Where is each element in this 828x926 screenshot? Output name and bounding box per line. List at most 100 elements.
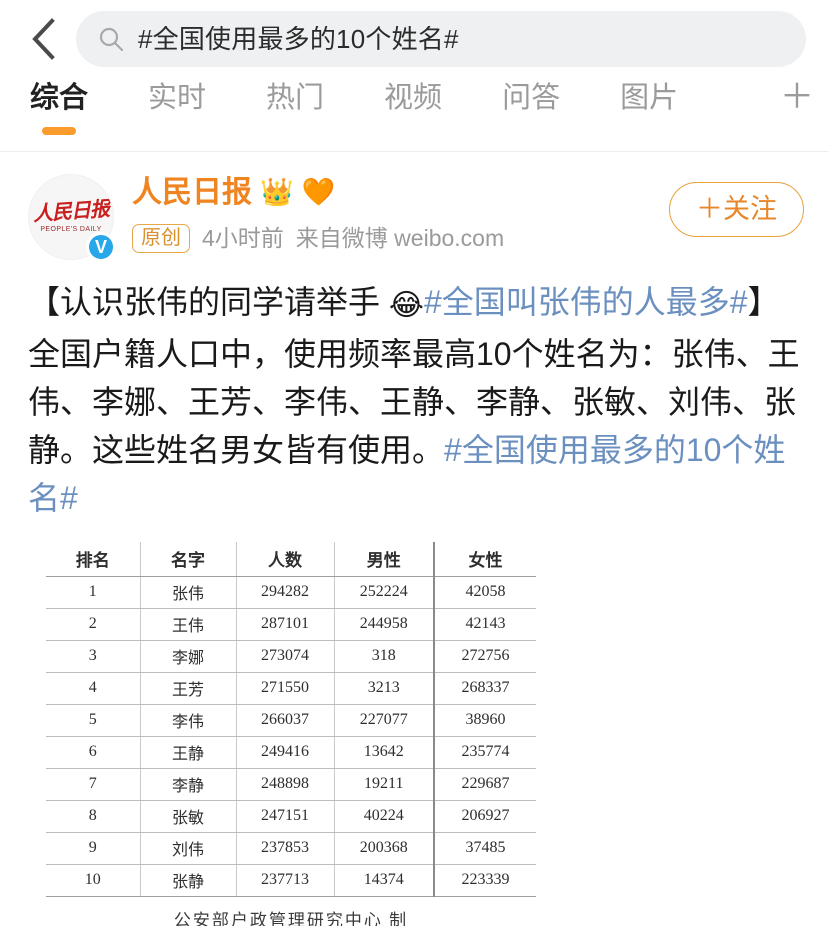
crown-icon: 👑 [260,177,294,207]
cell-count: 266037 [236,704,335,737]
avatar-logo-cn: 人民日报 [32,197,110,226]
col-header-count: 人数 [236,542,335,577]
avatar[interactable]: 人民日报 PEOPLE'S DAILY V [28,174,116,262]
joy-emoji-icon: 😂 [388,289,424,322]
avatar-logo-en: PEOPLE'S DAILY [40,225,102,233]
cell-count: 247151 [236,800,335,833]
cell-name: 李娜 [140,640,237,673]
cell-name: 王伟 [140,608,237,641]
cell-count: 294282 [236,576,335,609]
weibo-search-screen: #全国使用最多的10个姓名# 综合 实时 热门 视频 问答 图片 ＋ 人民日报 … [0,0,828,926]
cell-male: 318 [334,640,435,673]
cell-count: 287101 [236,608,335,641]
post-source[interactable]: 来自微博 weibo.com [296,227,504,250]
post-card: 人民日报 PEOPLE'S DAILY V 人民日报 👑 🧡 原创 4小时前 来… [0,152,828,926]
names-ranking-table: 排名 名字 人数 男性 女性 1 张伟 294282 252224 42058 [46,542,536,897]
cell-count: 249416 [236,736,335,769]
cell-female: 37485 [433,832,536,865]
table-row: 3 李娜 273074 318 272756 [46,640,536,673]
table-row: 10 张静 237713 14374 223339 [46,864,536,897]
search-header: #全国使用最多的10个姓名# [0,0,828,78]
cell-name: 张静 [140,864,237,897]
cell-male: 200368 [334,832,435,865]
cell-male: 19211 [334,768,435,801]
cell-rank: 1 [46,576,141,609]
table-row: 6 王静 249416 13642 235774 [46,736,536,769]
cell-male: 252224 [334,576,435,609]
cell-count: 248898 [236,768,335,801]
cell-rank: 3 [46,640,141,673]
back-button[interactable] [16,12,70,66]
cell-male: 40224 [334,800,435,833]
cell-rank: 2 [46,608,141,641]
post-timestamp: 4小时前 [202,225,284,251]
cell-count: 271550 [236,672,335,705]
col-header-male: 男性 [334,542,435,577]
cell-female: 223339 [433,864,536,897]
tab-zonghe[interactable]: 综合 [30,78,88,113]
table-row: 5 李伟 266037 227077 38960 [46,704,536,737]
hashtag-link-zhangwei[interactable]: #全国叫张伟的人最多# [424,284,748,320]
cell-female: 38960 [433,704,536,737]
col-header-rank: 排名 [46,542,141,577]
post-text-segment: 【认识张伟的同学请举手 [28,284,389,320]
cell-rank: 7 [46,768,141,801]
table-row: 4 王芳 271550 3213 268337 [46,672,536,705]
post-image-table[interactable]: 排名 名字 人数 男性 女性 1 张伟 294282 252224 42058 [28,542,804,926]
table-row: 2 王伟 287101 244958 42143 [46,608,536,641]
cell-male: 13642 [334,736,435,769]
cell-rank: 4 [46,672,141,705]
post-header: 人民日报 PEOPLE'S DAILY V 人民日报 👑 🧡 原创 4小时前 来… [28,174,804,266]
table-row: 7 李静 248898 19211 229687 [46,768,536,801]
cell-name: 刘伟 [140,832,237,865]
cell-rank: 6 [46,736,141,769]
tab-bar: 综合 实时 热门 视频 问答 图片 ＋ [0,78,828,152]
verified-badge-icon: V [86,232,116,262]
cell-male: 244958 [334,608,435,641]
cell-name: 张伟 [140,576,237,609]
table-header-row: 排名 名字 人数 男性 女性 [46,542,536,577]
cell-male: 3213 [334,672,435,705]
search-icon [96,24,126,54]
cell-name: 张敏 [140,800,237,833]
cell-count: 273074 [236,640,335,673]
table-row: 8 张敏 247151 40224 206927 [46,800,536,833]
cell-rank: 9 [46,832,141,865]
cell-name: 李伟 [140,704,237,737]
tab-shishi[interactable]: 实时 [148,78,206,113]
col-header-name: 名字 [140,542,237,577]
chevron-left-icon [30,18,56,60]
cell-rank: 10 [46,864,141,897]
tab-tupian[interactable]: 图片 [620,78,678,113]
follow-button[interactable]: ＋关注 [669,182,804,237]
cell-female: 42058 [433,576,536,609]
post-text: 【认识张伟的同学请举手 😂#全国叫张伟的人最多#】全国户籍人口中，使用频率最高1… [28,278,804,522]
cell-female: 206927 [433,800,536,833]
cell-name: 王芳 [140,672,237,705]
table-row: 9 刘伟 237853 200368 37485 [46,832,536,865]
search-query-text: #全国使用最多的10个姓名# [138,26,459,52]
cell-female: 235774 [433,736,536,769]
cell-male: 14374 [334,864,435,897]
search-input[interactable]: #全国使用最多的10个姓名# [76,11,806,67]
tab-shipin[interactable]: 视频 [384,78,442,113]
username[interactable]: 人民日报 [132,176,252,209]
table-caption: 公安部户政管理研究中心 制 [173,910,409,926]
col-header-female: 女性 [433,542,536,577]
cell-female: 268337 [433,672,536,705]
cell-female: 272756 [433,640,536,673]
orange-heart-icon: 🧡 [301,177,336,207]
original-badge: 原创 [132,224,190,253]
cell-name: 王静 [140,736,237,769]
cell-female: 229687 [433,768,536,801]
add-tab-button[interactable]: ＋ [780,78,814,114]
cell-count: 237853 [236,832,335,865]
cell-name: 李静 [140,768,237,801]
cell-count: 237713 [236,864,335,897]
tab-remen[interactable]: 热门 [266,78,324,113]
table-row: 1 张伟 294282 252224 42058 [46,576,536,609]
tab-wenda[interactable]: 问答 [502,78,560,113]
cell-rank: 8 [46,800,141,833]
cell-rank: 5 [46,704,141,737]
cell-female: 42143 [433,608,536,641]
